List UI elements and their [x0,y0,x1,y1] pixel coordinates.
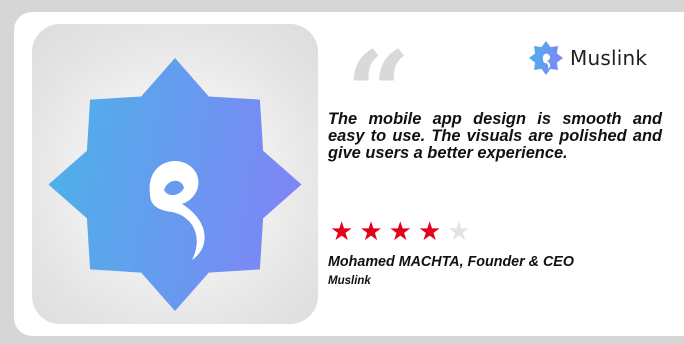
star-filled-icon: ★ [359,217,383,247]
eight-point-star-shape [48,58,302,311]
reviewer-company: Muslink [328,275,371,287]
reviewer-name: Mohamed MACHTA, Founder & CEO [328,254,574,270]
logo-wordmark: Muslink [570,46,648,70]
muslink-app-icon [48,58,302,311]
star-rating: ★ ★ ★ ★ ★ [330,217,477,247]
testimonial-quote: The mobile app design is smooth and easy… [328,110,662,163]
star-filled-icon: ★ [330,217,354,247]
star-filled-icon: ★ [417,217,442,247]
star-empty-icon: ★ [447,217,471,247]
muslink-star-icon [529,41,563,75]
muslink-logo: Muslink [528,40,647,76]
app-icon-tile [32,24,318,324]
star-filled-icon: ★ [388,217,412,247]
